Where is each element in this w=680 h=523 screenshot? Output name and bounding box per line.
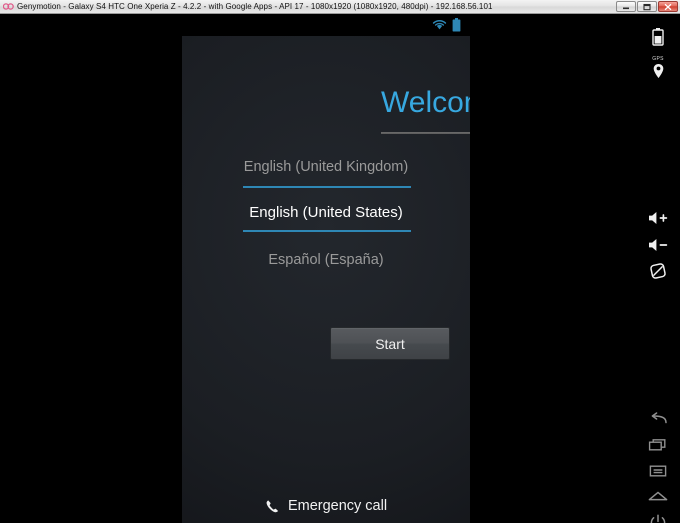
toolbar-volume-down[interactable]	[636, 237, 680, 253]
language-picker[interactable]: English (United Kingdom) English (United…	[182, 146, 470, 286]
toolbar-gps-widget[interactable]: GPS	[636, 56, 680, 79]
window-controls	[615, 0, 678, 14]
window-title: Genymotion - Galaxy S4 HTC One Xperia Z …	[17, 2, 493, 11]
page-title: Welcome	[381, 86, 470, 119]
language-option-above[interactable]: English (United Kingdom)	[182, 157, 470, 177]
window-title-bar: Genymotion - Galaxy S4 HTC One Xperia Z …	[0, 0, 680, 14]
gps-label: GPS	[652, 56, 664, 62]
emergency-call-label: Emergency call	[287, 498, 388, 514]
start-button[interactable]: Start	[330, 327, 450, 360]
android-status-bar	[182, 14, 470, 36]
phone-handset-icon	[265, 499, 280, 514]
maximize-button[interactable]	[637, 1, 657, 12]
toolbar-home[interactable]	[636, 490, 680, 502]
wifi-icon	[432, 19, 447, 31]
toolbar-volume-up[interactable]	[636, 210, 680, 226]
genymotion-toolbar: GPS	[636, 14, 680, 523]
battery-icon	[452, 18, 461, 32]
device-screen[interactable]: Welcome English (United Kingdom) English…	[182, 14, 470, 523]
toolbar-back[interactable]	[636, 412, 680, 426]
genymotion-logo-icon	[3, 2, 14, 11]
toolbar-rotate-screen[interactable]	[636, 262, 680, 280]
minimize-button[interactable]	[616, 1, 636, 12]
genymotion-window: Genymotion - Galaxy S4 HTC One Xperia Z …	[0, 0, 680, 523]
close-button[interactable]	[658, 1, 678, 12]
toolbar-recents[interactable]	[636, 438, 680, 452]
toolbar-menu[interactable]	[636, 464, 680, 478]
start-button-label: Start	[375, 335, 405, 352]
emergency-call-button[interactable]: Emergency call	[182, 497, 470, 515]
picker-divider-bottom	[243, 230, 411, 232]
language-option-selected[interactable]: English (United States)	[182, 203, 470, 223]
toolbar-battery-widget[interactable]	[636, 28, 680, 46]
picker-divider-top	[243, 186, 411, 188]
language-option-below[interactable]: Español (España)	[182, 250, 470, 270]
gps-pin-icon	[653, 64, 663, 78]
emulator-canvas: Welcome English (United Kingdom) English…	[0, 14, 680, 523]
title-divider	[381, 132, 470, 134]
toolbar-power[interactable]	[636, 514, 680, 523]
